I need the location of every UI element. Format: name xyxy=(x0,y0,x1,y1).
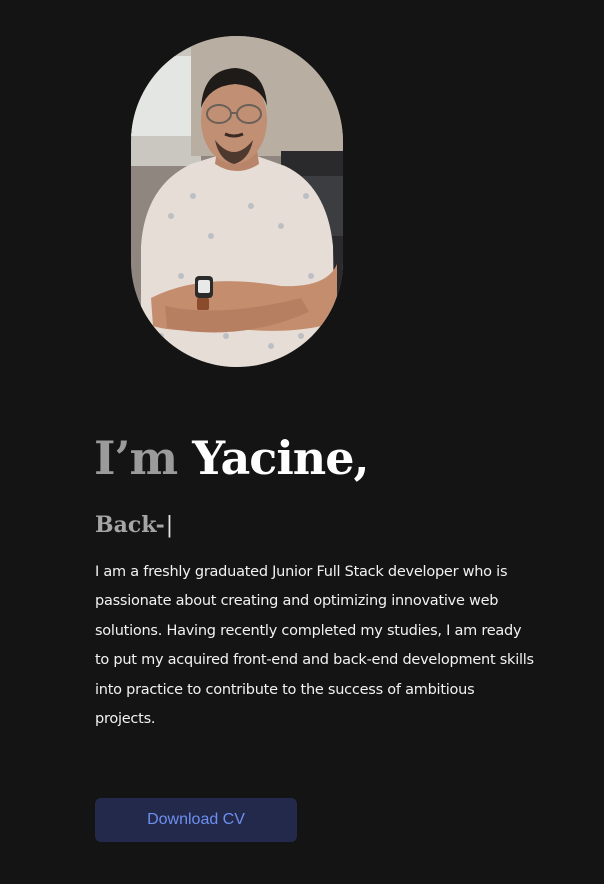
hero-title-name: Yacine, xyxy=(192,431,369,485)
hero-title-prefix: I’m xyxy=(94,431,193,485)
hero-title: I’m Yacine, xyxy=(94,428,370,488)
bio-paragraph: I am a freshly graduated Junior Full Sta… xyxy=(95,564,534,728)
profile-photo xyxy=(131,36,343,367)
typed-role: Back-| xyxy=(95,509,173,542)
typed-role-text: Back- xyxy=(95,512,165,538)
typing-cursor: | xyxy=(165,513,174,538)
download-cv-button[interactable]: Download CV xyxy=(95,798,297,842)
